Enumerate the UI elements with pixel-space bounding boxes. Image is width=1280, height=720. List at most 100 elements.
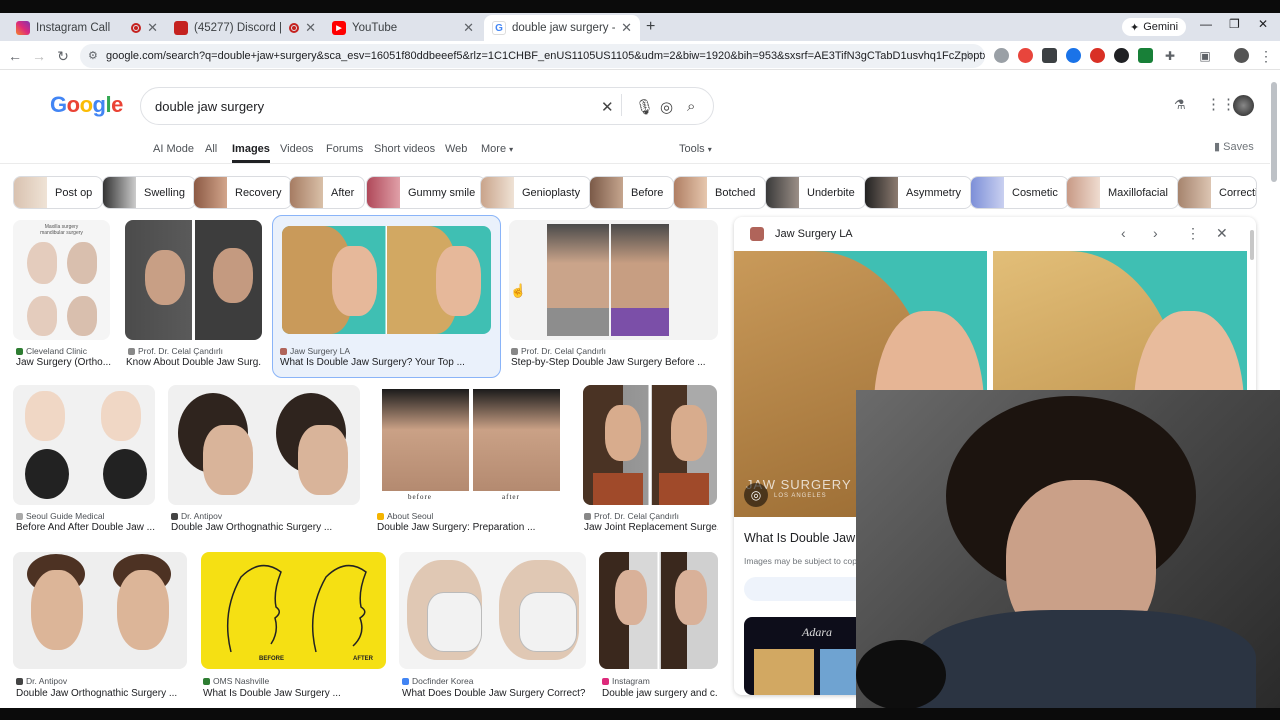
result-caption[interactable]: Before And After Double Jaw ... — [16, 522, 156, 533]
extension-icon[interactable] — [1138, 48, 1153, 63]
search-icon[interactable]: ⌕ — [687, 98, 695, 115]
webcam-overlay — [856, 390, 1280, 710]
result-caption[interactable]: What Is Double Jaw Surgery ... — [203, 688, 388, 699]
extension-icon[interactable] — [994, 48, 1009, 63]
chip-before[interactable]: Before — [589, 176, 675, 209]
extension-icon[interactable] — [1066, 48, 1081, 63]
os-bottom-bar — [0, 708, 1280, 720]
previous-icon[interactable]: ‹ — [1121, 225, 1126, 241]
chip-after[interactable]: After — [289, 176, 366, 209]
lens-icon[interactable]: ◎ — [660, 98, 673, 116]
result-caption[interactable]: Double Jaw Orthognathic Surgery ... — [171, 522, 361, 533]
more-options-icon[interactable]: ⋮ — [1186, 225, 1200, 242]
result-caption[interactable]: What Is Double Jaw Surgery? Your Top ... — [280, 357, 495, 368]
saves-button[interactable]: ▮ Saves — [1214, 140, 1254, 153]
chip-underbite[interactable]: Underbite — [765, 176, 866, 209]
chip-post-op[interactable]: Post op — [13, 176, 104, 209]
result-caption[interactable]: Double Jaw Orthognathic Surgery ... — [16, 688, 188, 699]
result-caption[interactable]: Double jaw surgery and c... — [602, 688, 718, 699]
chip-recovery[interactable]: Recovery — [193, 176, 293, 209]
tab-google-search[interactable]: G double jaw surgery - Google Se ✕ — [484, 15, 640, 41]
close-tab-icon[interactable]: ✕ — [305, 20, 316, 36]
chip-label: Genioplasty — [522, 186, 581, 199]
tab-discord[interactable]: (45277) Discord | Jhunter, R ✕ — [166, 15, 324, 41]
chip-genioplasty[interactable]: Genioplasty — [480, 176, 592, 209]
result-caption[interactable]: Step-by-Step Double Jaw Surgery Before .… — [511, 357, 716, 368]
tab-title: Instagram Call — [36, 22, 111, 34]
close-window-icon[interactable]: ✕ — [1258, 17, 1268, 31]
source-name: Prof. Dr. Celal Çandırlı — [594, 511, 680, 521]
close-tab-icon[interactable]: ✕ — [621, 20, 632, 36]
tab-youtube[interactable]: ▶ YouTube ✕ — [324, 15, 482, 41]
result-source: Docfinder Korea — [402, 676, 473, 686]
profile-avatar-icon[interactable] — [1234, 48, 1249, 63]
extension-icon[interactable] — [1114, 48, 1129, 63]
minimize-icon[interactable]: — — [1200, 17, 1212, 31]
result-source: Dr. Antipov — [16, 676, 67, 686]
close-panel-icon[interactable]: ✕ — [1216, 225, 1228, 242]
google-logo[interactable]: Google — [50, 92, 123, 118]
clear-search-icon[interactable]: ✕ — [601, 98, 614, 116]
address-bar[interactable]: ⚙ google.com/search?q=double+jaw+surgery… — [80, 44, 985, 68]
voice-search-icon[interactable]: 🎙 — [635, 98, 654, 116]
tab-forums[interactable]: Forums — [326, 143, 363, 155]
result-caption[interactable]: Know About Double Jaw Surg... — [126, 357, 262, 368]
result-caption[interactable]: What Does Double Jaw Surgery Correct? — [402, 688, 592, 699]
tab-more[interactable]: More ▾ — [481, 143, 513, 155]
chip-label: Recovery — [235, 186, 282, 199]
gemini-button[interactable]: ✦ Gemini — [1122, 18, 1187, 36]
browser-menu-icon[interactable]: ⋮ — [1256, 46, 1276, 66]
extension-icon[interactable] — [1042, 48, 1057, 63]
nav-divider — [0, 163, 1270, 164]
tab-title: YouTube — [352, 22, 398, 34]
result-source: About Seoul — [377, 511, 433, 521]
next-icon[interactable]: › — [1153, 225, 1158, 241]
side-panel-icon[interactable]: ▣ — [1195, 46, 1215, 66]
youtube-icon: ▶ — [332, 21, 346, 35]
back-icon[interactable]: ← — [5, 46, 25, 66]
panel-title[interactable]: What Is Double Jaw S — [744, 531, 867, 545]
search-input[interactable]: double jaw surgery — [140, 87, 714, 125]
account-avatar[interactable] — [1233, 95, 1254, 116]
tab-short-videos[interactable]: Short videos — [374, 143, 435, 155]
tab-instagram-call[interactable]: Instagram Call ✕ — [8, 15, 166, 41]
source-name: Prof. Dr. Celal Çandırlı — [521, 346, 607, 356]
bookmark-star-icon[interactable]: ☆ — [958, 46, 978, 66]
tab-videos[interactable]: Videos — [280, 143, 313, 155]
adblock-extension-icon[interactable] — [1018, 48, 1033, 63]
result-caption[interactable]: Jaw Surgery (Ortho... — [16, 357, 111, 368]
page-scrollbar[interactable] — [1271, 82, 1277, 182]
extension-icon[interactable] — [1090, 48, 1105, 63]
labs-flask-icon[interactable]: ⚗ — [1174, 97, 1186, 113]
close-tab-icon[interactable]: ✕ — [147, 20, 158, 36]
site-info-icon[interactable]: ⚙ — [88, 49, 98, 62]
chip-swelling[interactable]: Swelling — [102, 176, 196, 209]
chip-maxillofacial[interactable]: Maxillofacial — [1066, 176, 1179, 209]
tab-images[interactable]: Images — [232, 143, 270, 163]
tab-web[interactable]: Web — [445, 143, 467, 155]
reload-icon[interactable]: ↻ — [53, 46, 73, 66]
lens-search-icon[interactable]: ◎ — [744, 483, 768, 507]
close-tab-icon[interactable]: ✕ — [463, 20, 474, 36]
chip-botched[interactable]: Botched — [673, 176, 767, 209]
forward-icon[interactable]: → — [29, 46, 49, 66]
dropdown-arrow-icon: ▾ — [707, 145, 712, 154]
tools-button[interactable]: Tools ▾ — [679, 143, 712, 155]
chip-asymmetry[interactable]: Asymmetry — [864, 176, 972, 209]
panel-source[interactable]: Jaw Surgery LA — [775, 228, 853, 240]
new-tab-icon[interactable]: + — [646, 18, 655, 36]
chip-gummy-smile[interactable]: Gummy smile — [366, 176, 487, 209]
result-caption[interactable]: Double Jaw Surgery: Preparation ... — [377, 522, 567, 533]
tab-title: double jaw surgery - Google Se — [512, 22, 615, 34]
chip-correction[interactable]: Correctio — [1177, 176, 1257, 209]
chip-thumbnail — [971, 177, 1004, 208]
extensions-puzzle-icon[interactable]: ✚ — [1160, 46, 1180, 66]
chip-cosmetic[interactable]: Cosmetic — [970, 176, 1069, 209]
result-caption[interactable]: Jaw Joint Replacement Surge... — [584, 522, 718, 533]
result-source: Jaw Surgery LA — [280, 346, 350, 356]
restore-icon[interactable]: ❐ — [1229, 17, 1240, 31]
tab-ai-mode[interactable]: AI Mode — [153, 143, 194, 155]
tab-all[interactable]: All — [205, 143, 217, 155]
apps-grid-icon[interactable]: ⋮⋮ — [1206, 95, 1236, 113]
panel-scrollbar[interactable] — [1250, 230, 1254, 260]
